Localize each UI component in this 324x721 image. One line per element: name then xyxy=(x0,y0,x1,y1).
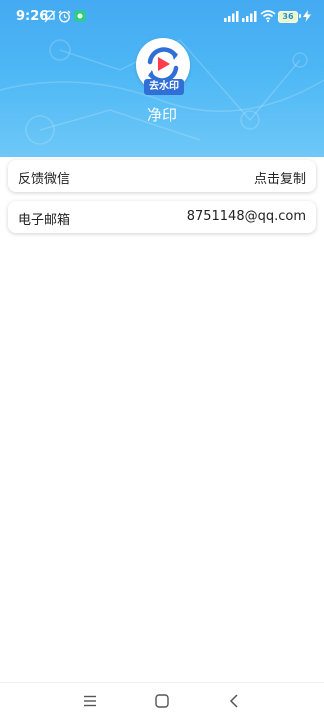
signal-icon-1 xyxy=(224,9,239,23)
app-name: 净印 xyxy=(146,106,177,124)
email-label: 电子邮箱 xyxy=(18,213,71,228)
charging-icon xyxy=(303,9,311,23)
signal-icon-2 xyxy=(242,9,257,23)
logo-badge: 去水印 xyxy=(144,79,184,95)
bell-off-icon xyxy=(44,9,56,23)
email-value[interactable]: 8751148@qq.com xyxy=(187,209,306,224)
wifi-icon xyxy=(260,9,276,23)
app-notification-icon xyxy=(74,9,86,23)
menu-icon[interactable] xyxy=(82,693,98,709)
navigation-bar xyxy=(0,682,324,721)
status-bar: 9:26 36 xyxy=(0,0,324,34)
feedback-wechat-label: 反馈微信 xyxy=(18,172,71,187)
home-icon[interactable] xyxy=(154,693,170,709)
back-icon[interactable] xyxy=(227,693,243,709)
feedback-wechat-row[interactable]: 反馈微信 点击复制 xyxy=(8,160,316,192)
alarm-icon xyxy=(58,9,71,23)
email-row[interactable]: 电子邮箱 8751148@qq.com xyxy=(8,201,316,233)
battery-icon: 36 xyxy=(278,11,298,23)
header-banner: 9:26 36 去水印 净印 xyxy=(0,0,324,157)
copy-wechat-button[interactable]: 点击复制 xyxy=(254,168,306,187)
battery-tip xyxy=(299,14,301,18)
